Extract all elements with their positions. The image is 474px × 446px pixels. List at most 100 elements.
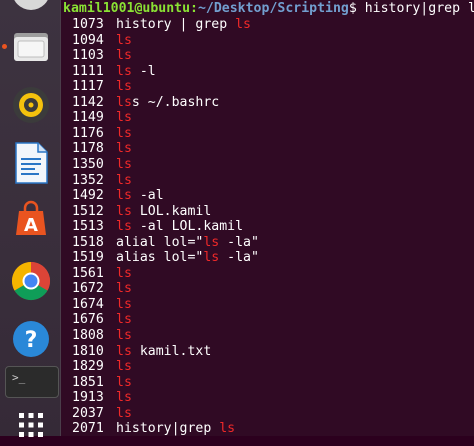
history-line: 1808 ls — [72, 328, 132, 344]
grep-match-highlight: ls — [116, 79, 132, 95]
history-line-number: 1810 — [72, 343, 104, 359]
history-line: 1117 ls — [72, 79, 132, 95]
history-line-number: 1117 — [72, 79, 104, 95]
history-line: 1176 ls — [72, 126, 132, 142]
history-line-number: 1352 — [72, 172, 104, 188]
history-line-number: 2071 — [72, 421, 104, 437]
history-line: 2071 history|grep ls — [72, 421, 235, 437]
terminal-window[interactable]: kamil1001@ubuntu:~/Desktop/Scripting$ hi… — [61, 0, 474, 436]
history-command-text: alial lol=" — [116, 234, 204, 250]
grep-match-highlight: ls — [116, 296, 132, 312]
history-line: 1519 alias lol="ls -la" — [72, 250, 259, 266]
launcher-top-partial-item[interactable] — [10, 0, 52, 12]
history-line-number: 1518 — [72, 234, 104, 250]
files-icon — [14, 33, 48, 61]
grep-match-highlight: ls — [219, 421, 236, 437]
history-line: 1094 ls — [72, 33, 132, 49]
history-line: 1913 ls — [72, 390, 132, 406]
history-line-number: 1178 — [72, 141, 104, 157]
history-line: 1676 ls — [72, 312, 132, 328]
launcher-writer[interactable] — [10, 142, 52, 184]
grep-match-highlight: ls — [116, 359, 132, 375]
grep-match-highlight: ls — [116, 94, 132, 110]
history-line: 1672 ls — [72, 281, 132, 297]
history-line: 1512 ls LOL.kamil — [72, 204, 211, 220]
history-line: 1111 ls -l — [72, 64, 156, 80]
launcher-ubuntu-software[interactable]: A — [10, 198, 52, 240]
history-line-number: 1350 — [72, 156, 104, 172]
libreoffice-writer-icon — [15, 142, 48, 184]
history-line: 1103 ls — [72, 48, 132, 64]
grep-match-highlight: ls — [116, 312, 132, 328]
history-line-number: 1808 — [72, 328, 104, 343]
history-command-text: -la" — [219, 234, 259, 250]
history-command-text: alias lol=" — [116, 250, 204, 266]
grep-match-highlight: ls — [116, 141, 132, 157]
grep-match-highlight: ls — [116, 125, 132, 141]
history-command-text: -la" — [219, 250, 259, 266]
history-line-number: 1073 — [72, 17, 104, 32]
grep-match-highlight: ls — [116, 265, 132, 281]
grep-match-highlight: ls — [116, 32, 132, 48]
grep-match-highlight: ls — [116, 110, 132, 126]
grep-match-highlight: ls — [116, 343, 132, 359]
history-line-number: 1512 — [72, 203, 104, 219]
launcher-show-applications[interactable] — [10, 404, 52, 446]
prompt-path: ~/Desktop/Scripting — [197, 1, 349, 16]
history-command-text: history | grep — [116, 17, 236, 32]
launcher-chromium[interactable] — [10, 260, 52, 302]
history-line: 1829 ls — [72, 359, 132, 375]
svg-text:?: ? — [25, 328, 38, 353]
launcher-rhythmbox[interactable] — [10, 84, 52, 126]
grep-match-highlight: ls — [116, 156, 132, 172]
svg-text:A: A — [24, 215, 38, 236]
help-icon: ? — [13, 321, 49, 357]
history-line: 1518 alial lol="ls -la" — [72, 235, 259, 251]
history-command-text: kamil.txt — [131, 343, 212, 359]
history-line-number: 1149 — [72, 110, 104, 126]
history-line-number: 1674 — [72, 296, 104, 312]
history-line: 1492 ls -al — [72, 188, 164, 204]
grep-match-highlight: ls — [116, 219, 132, 235]
history-line-number: 1094 — [72, 32, 104, 48]
grep-match-highlight: ls — [203, 250, 220, 266]
grep-match-highlight: ls — [116, 48, 132, 64]
app-icon — [12, 0, 50, 10]
history-line: 1810 ls kamil.txt — [72, 344, 211, 360]
history-line-number: 1561 — [72, 265, 104, 281]
history-line: 1149 ls — [72, 110, 132, 126]
history-line: 1851 ls — [72, 375, 132, 391]
launcher-help[interactable]: ? — [10, 318, 52, 360]
grep-match-highlight: ls — [116, 63, 132, 79]
history-line: 1142 lss ~/.bashrc — [72, 95, 219, 111]
history-line-number: 1111 — [72, 63, 104, 79]
grep-match-highlight: ls — [116, 374, 132, 390]
history-command-text: -al — [131, 188, 164, 204]
history-line-number: 1519 — [72, 250, 104, 266]
history-command-text: LOL.kamil — [131, 203, 212, 219]
history-line: 1350 ls — [72, 157, 132, 173]
history-line-number: 1142 — [72, 94, 104, 110]
history-line-number: 1103 — [72, 48, 104, 64]
prompt-symbol: $ — [348, 1, 365, 16]
rhythmbox-icon — [13, 87, 49, 123]
history-line: 1178 ls — [72, 141, 132, 157]
history-command-text: -al LOL.kamil — [131, 219, 244, 235]
history-line: 1352 ls — [72, 173, 132, 189]
history-command-text: -l — [131, 63, 156, 79]
launcher-terminal[interactable]: >_ — [5, 366, 59, 398]
grep-match-highlight: ls — [116, 281, 132, 297]
history-line-number: 1176 — [72, 125, 104, 141]
launcher-files[interactable] — [10, 25, 52, 67]
grep-match-highlight: ls — [116, 203, 132, 219]
prompt-user-host: kamil1001@ubuntu: — [63, 1, 198, 16]
grep-match-highlight: ls — [116, 390, 132, 406]
running-indicator — [2, 44, 7, 49]
history-command-text: history|grep — [116, 421, 220, 437]
launcher-dock: A ? >_ — [0, 0, 61, 437]
terminal-icon: >_ — [12, 371, 26, 384]
history-line: 1561 ls — [72, 266, 132, 282]
grep-match-highlight: ls — [116, 328, 132, 343]
history-line-number: 1676 — [72, 312, 104, 328]
history-line-number: 1913 — [72, 390, 104, 406]
